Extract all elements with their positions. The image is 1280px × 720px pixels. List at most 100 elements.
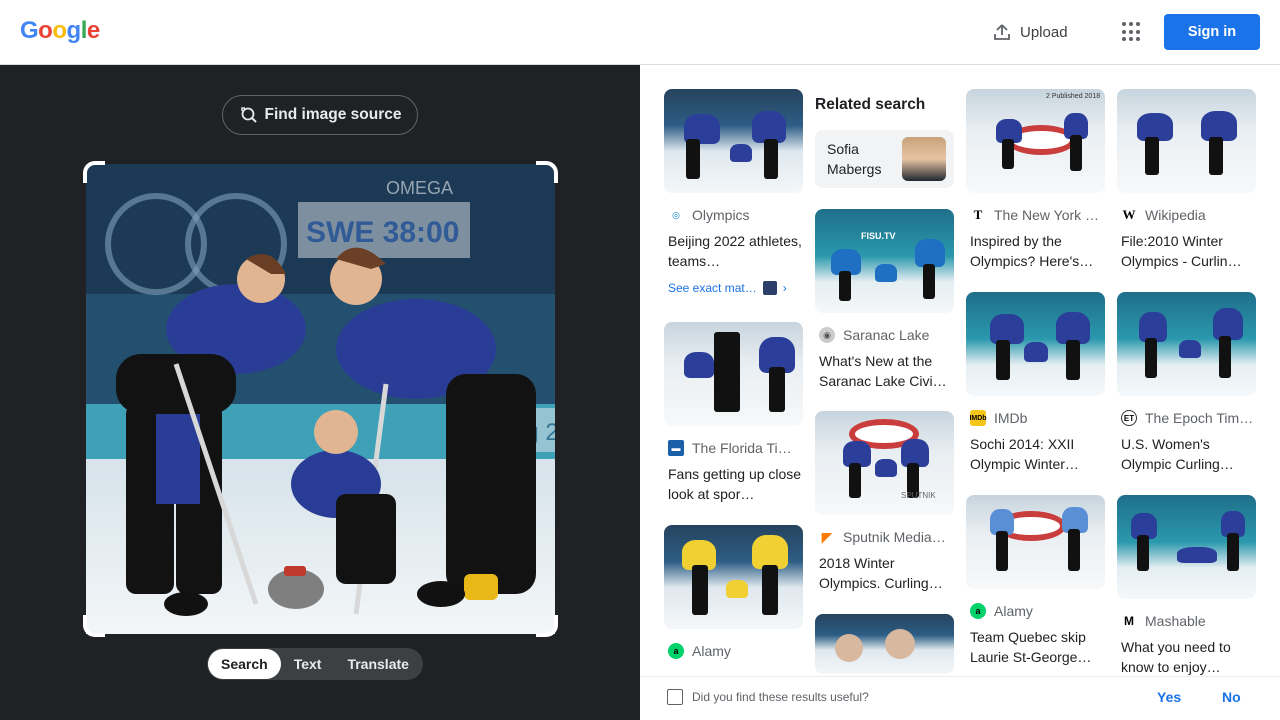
exact-match-thumb-icon <box>762 281 777 295</box>
upload-icon <box>994 24 1010 40</box>
result-thumbnail[interactable] <box>966 292 1105 396</box>
result-thumbnail[interactable]: 2 Published 2018 <box>966 89 1105 193</box>
visual-matches-panel: ◎ Olympics Beijing 2022 athletes, teams…… <box>640 65 1280 720</box>
result-source-label: Alamy <box>692 643 731 659</box>
result-thumbnail[interactable] <box>1117 89 1256 193</box>
olympics-rings-icon: ◎ <box>672 209 680 220</box>
photo-scoreboard-text: SWE 38:00 <box>306 216 459 249</box>
google-logo[interactable]: Google <box>20 17 100 45</box>
logo-letter-e: e <box>86 17 100 44</box>
result-card[interactable]: SPUTNIK ◤ Sputnik Media… 2018 Winter Oly… <box>815 411 955 593</box>
result-source[interactable]: IMDb IMDb <box>966 410 1106 426</box>
result-card[interactable]: ◎ Olympics Beijing 2022 athletes, teams…… <box>664 89 804 295</box>
result-source[interactable]: ◤ Sputnik Media… <box>815 529 955 545</box>
uploaded-photo: SWE 38:00 OMEGA Chong 2 <box>86 164 555 634</box>
feedback-no-button[interactable]: No <box>1222 689 1241 705</box>
result-thumbnail[interactable]: SPUTNIK <box>815 411 954 515</box>
result-title[interactable]: What's New at the Saranac Lake Civi… <box>815 351 955 391</box>
result-title[interactable]: Fans getting up close look at spor… <box>664 464 804 504</box>
logo-letter-g: G <box>20 17 39 44</box>
result-thumbnail[interactable] <box>664 525 803 629</box>
upload-label: Upload <box>1020 23 1068 41</box>
mode-translate-tab[interactable]: Translate <box>334 649 421 679</box>
result-card[interactable]: 2 Published 2018 T The New York … Inspir… <box>966 89 1106 271</box>
find-image-source-label: Find image source <box>264 106 402 123</box>
result-source-label: The Epoch Tim… <box>1145 410 1254 426</box>
result-source-label: Wikipedia <box>1145 207 1206 223</box>
wikipedia-icon: W <box>1122 207 1136 222</box>
result-title[interactable]: Team Quebec skip Laurie St-George… <box>966 627 1106 667</box>
thumb-caption: FISU.TV <box>861 231 896 241</box>
nytimes-icon: T <box>973 207 983 222</box>
related-search-chip[interactable]: Sofia Mabergs <box>815 130 954 188</box>
mashable-icon: M <box>1124 614 1134 628</box>
result-thumbnail[interactable]: FISU.TV <box>815 209 954 313</box>
result-source[interactable]: a Alamy <box>664 643 804 659</box>
lens-search-icon <box>240 107 257 123</box>
alamy-icon: a <box>668 643 684 659</box>
result-title[interactable]: File:2010 Winter Olympics - Curlin… <box>1117 231 1257 271</box>
result-thumbnail[interactable] <box>664 322 803 426</box>
result-source-label: Mashable <box>1145 613 1206 629</box>
result-title[interactable]: 2018 Winter Olympics. Curling… <box>815 553 955 593</box>
thumb-caption: SPUTNIK <box>901 491 936 500</box>
image-preview-panel: Find image source SWE 38:00 OMEGA Chong … <box>0 65 640 720</box>
crop-corner-bottom-left[interactable] <box>83 615 105 637</box>
result-source[interactable]: M Mashable <box>1117 613 1257 629</box>
result-card[interactable]: W Wikipedia File:2010 Winter Olympics - … <box>1117 89 1257 271</box>
result-source-label: Olympics <box>692 207 750 223</box>
alamy-icon: a <box>970 603 986 619</box>
result-title[interactable]: Inspired by the Olympics? Here's… <box>966 231 1106 271</box>
see-exact-matches-label: See exact mat… <box>668 281 757 295</box>
result-thumbnail[interactable] <box>815 614 954 674</box>
logo-letter-o1: o <box>38 17 53 44</box>
result-title[interactable]: U.S. Women's Olympic Curling… <box>1117 434 1257 474</box>
result-card[interactable]: a Alamy Team Quebec skip Laurie St-Georg… <box>966 495 1106 667</box>
result-source[interactable]: T The New York … <box>966 207 1106 223</box>
curling-photo-art: SWE 38:00 OMEGA Chong 2 <box>86 164 555 634</box>
result-card[interactable]: ET The Epoch Tim… U.S. Women's Olympic C… <box>1117 292 1257 474</box>
florida-times-icon: ▬ <box>668 440 684 456</box>
top-bar: Google Upload Sign in <box>0 0 1280 65</box>
related-search-thumbnail <box>902 137 946 181</box>
result-title[interactable]: What you need to know to enjoy… <box>1117 637 1257 677</box>
feedback-bar: Did you find these results useful? Yes N… <box>640 676 1280 720</box>
result-source-label: IMDb <box>994 410 1028 426</box>
result-card[interactable]: M Mashable What you need to know to enjo… <box>1117 495 1257 677</box>
mode-text-tab[interactable]: Text <box>281 649 335 679</box>
crop-corner-top-left[interactable] <box>83 161 105 183</box>
result-source-label: The New York … <box>994 207 1100 223</box>
result-thumbnail[interactable] <box>664 89 803 193</box>
result-source[interactable]: W Wikipedia <box>1117 207 1257 223</box>
result-card[interactable] <box>815 614 955 674</box>
find-image-source-button[interactable]: Find image source <box>222 95 418 135</box>
result-thumbnail[interactable] <box>1117 495 1256 599</box>
result-card[interactable]: FISU.TV ◉ Saranac Lake What's New at the… <box>815 209 955 391</box>
epoch-times-icon: ET <box>1121 410 1137 426</box>
result-source-label: Sputnik Media… <box>843 529 946 545</box>
saranac-lake-icon: ◉ <box>819 327 835 343</box>
see-exact-matches-link[interactable]: See exact mat… › <box>664 281 804 295</box>
result-title[interactable]: Sochi 2014: XXII Olympic Winter… <box>966 434 1106 474</box>
mode-search-tab[interactable]: Search <box>208 649 281 679</box>
feedback-question: Did you find these results useful? <box>692 690 869 704</box>
result-source[interactable]: ▬ The Florida Ti… <box>664 440 804 456</box>
result-thumbnail[interactable] <box>966 495 1105 589</box>
result-thumbnail[interactable] <box>1117 292 1256 396</box>
result-source-label: Saranac Lake <box>843 327 930 343</box>
result-title[interactable]: Beijing 2022 athletes, teams… <box>664 231 804 271</box>
result-source[interactable]: ET The Epoch Tim… <box>1117 410 1257 426</box>
result-source[interactable]: ◉ Saranac Lake <box>815 327 955 343</box>
feedback-icon <box>667 689 683 705</box>
result-source[interactable]: ◎ Olympics <box>664 207 804 223</box>
related-search-heading: Related search <box>815 96 926 113</box>
thumb-caption: 2 Published 2018 <box>1046 93 1101 100</box>
upload-button[interactable]: Upload <box>992 20 1068 44</box>
crop-corner-top-right[interactable] <box>536 161 558 183</box>
apps-grid-icon[interactable] <box>1122 22 1142 42</box>
sign-in-button[interactable]: Sign in <box>1164 14 1260 50</box>
result-card[interactable]: IMDb IMDb Sochi 2014: XXII Olympic Winte… <box>966 292 1106 474</box>
result-card[interactable]: ▬ The Florida Ti… Fans getting up close … <box>664 322 804 504</box>
feedback-yes-button[interactable]: Yes <box>1157 689 1181 705</box>
result-source[interactable]: a Alamy <box>966 603 1106 619</box>
